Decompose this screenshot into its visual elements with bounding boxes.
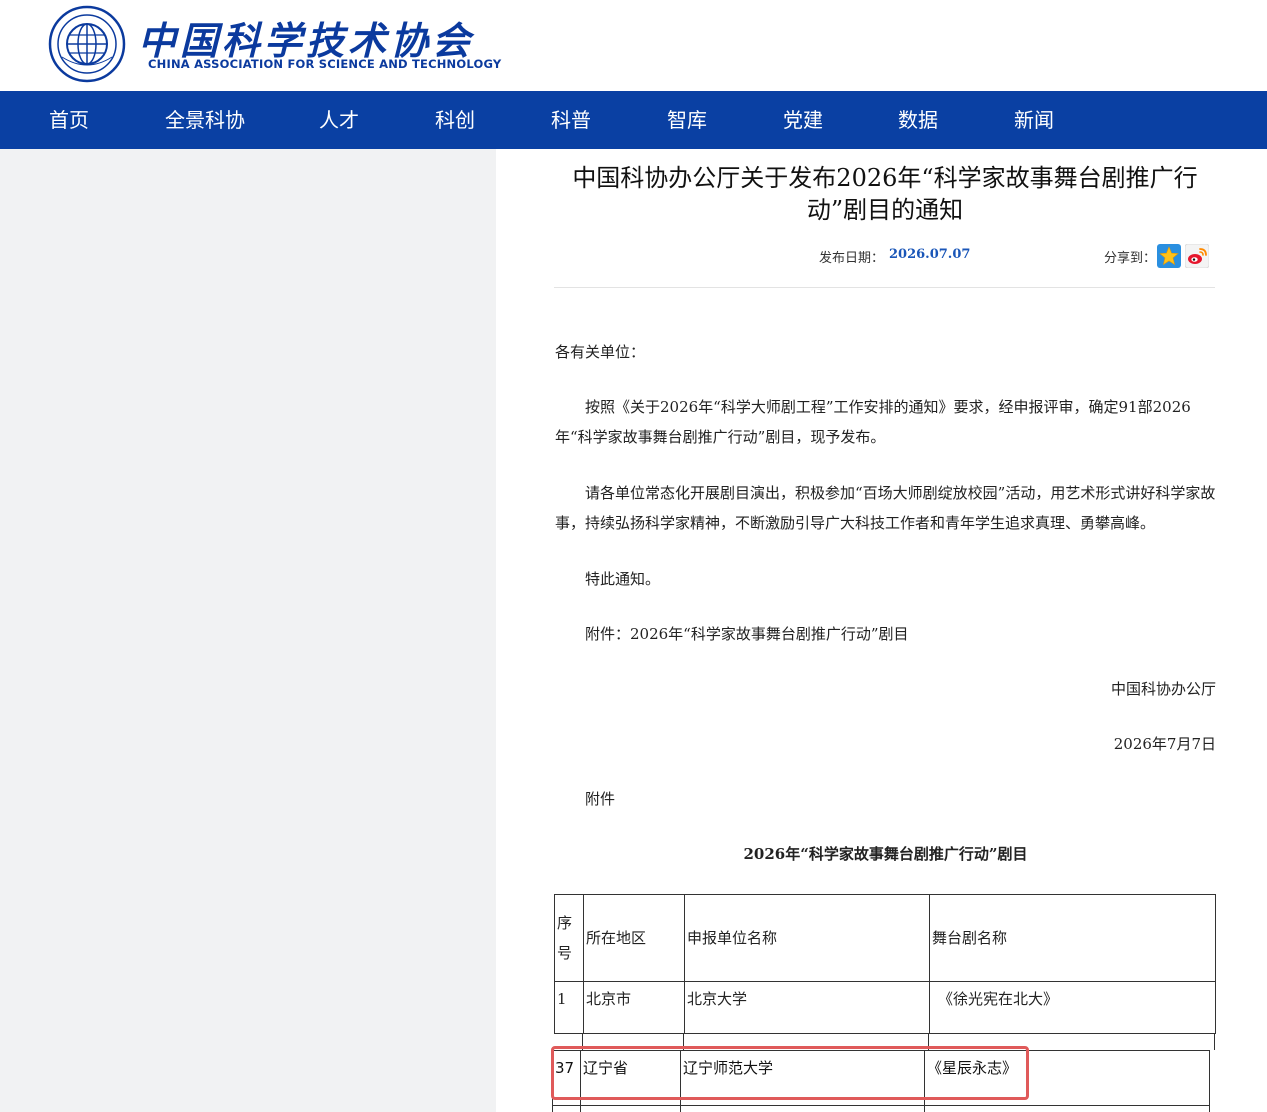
date-label: 发布日期： xyxy=(819,251,885,266)
nav-item-think-tank[interactable]: 智库 xyxy=(667,91,707,149)
attachment-line[interactable]: 附件：2026年“科学家故事舞台剧推广行动”剧目 xyxy=(555,619,1216,649)
signer: 中国科协办公厅 xyxy=(1110,680,1216,698)
table-cell: 北京市 xyxy=(583,981,685,1034)
program-table: 序号 所在地区 申报单位名称 舞台剧名称 1 北京市 北京大学 《徐光宪在北大》 xyxy=(554,894,1216,1034)
share-label: 分享到： xyxy=(1104,251,1157,266)
nav-item-news[interactable]: 新闻 xyxy=(1014,91,1054,149)
table-cell: 《徐光宪在北大》 xyxy=(929,981,1216,1034)
header-cell: 申报单位名称 xyxy=(684,894,930,982)
header-cell: 舞台剧名称 xyxy=(929,894,1216,982)
nav-item-data[interactable]: 数据 xyxy=(898,91,938,149)
main-nav: 首页 全景科协 人才 科创 科普 智库 党建 数据 新闻 xyxy=(0,91,1267,149)
paragraph-2: 请各单位常态化开展剧目演出，积极参加“百场大师剧绽放校园”活动，用艺术形式讲好科… xyxy=(555,484,1216,532)
site-header: 中国科学技术协会 CHINA ASSOCIATION FOR SCIENCE A… xyxy=(0,0,1267,91)
attachment-heading: 附件 xyxy=(585,790,616,808)
table-title: 2026年“科学家故事舞台剧推广行动”剧目 xyxy=(743,845,1028,863)
nav-item-overview[interactable]: 全景科协 xyxy=(165,91,245,149)
paragraph-3: 特此通知。 xyxy=(585,570,661,588)
table-cell: 北京大学 xyxy=(684,981,930,1034)
highlight-box xyxy=(551,1046,1029,1100)
nav-item-talent[interactable]: 人才 xyxy=(319,91,359,149)
table-line xyxy=(1214,1033,1215,1050)
sign-date: 2026年7月7日 xyxy=(1113,735,1216,753)
article-content: 中国科协办公厅关于发布2026年“科学家故事舞台剧推广行动”剧目的通知 发布日期… xyxy=(496,149,1267,1112)
salutation: 各有关单位： xyxy=(555,343,646,361)
table-cell: 1 xyxy=(554,981,584,1034)
nav-item-party[interactable]: 党建 xyxy=(783,91,823,149)
nav-item-home[interactable]: 首页 xyxy=(49,91,89,149)
header-cell: 序号 xyxy=(554,894,584,982)
qzone-star-icon[interactable] xyxy=(1157,244,1181,268)
header-cell: 所在地区 xyxy=(583,894,685,982)
left-sidebar-blank xyxy=(0,149,496,1112)
association-seal-icon[interactable] xyxy=(48,5,126,83)
nav-item-popular-science[interactable]: 科普 xyxy=(551,91,591,149)
article-title: 中国科协办公厅关于发布2026年“科学家故事舞台剧推广行动”剧目的通知 xyxy=(572,164,1198,224)
publish-date: 2026.07.07 xyxy=(889,247,971,262)
meta-divider xyxy=(554,287,1215,288)
paragraph-1: 按照《关于2026年“科学大师剧工程”工作安排的通知》要求，经申报评审，确定91… xyxy=(555,398,1191,446)
nav-item-innovation[interactable]: 科创 xyxy=(435,91,475,149)
weibo-icon[interactable] xyxy=(1185,244,1209,268)
article-meta: 发布日期： 2026.07.07 分享到： xyxy=(554,244,1215,268)
logo-english[interactable]: CHINA ASSOCIATION FOR SCIENCE AND TECHNO… xyxy=(148,57,501,71)
table-row: 1 北京市 北京大学 《徐光宪在北大》 xyxy=(554,981,1216,1034)
table-header-row: 序号 所在地区 申报单位名称 舞台剧名称 xyxy=(554,894,1216,982)
